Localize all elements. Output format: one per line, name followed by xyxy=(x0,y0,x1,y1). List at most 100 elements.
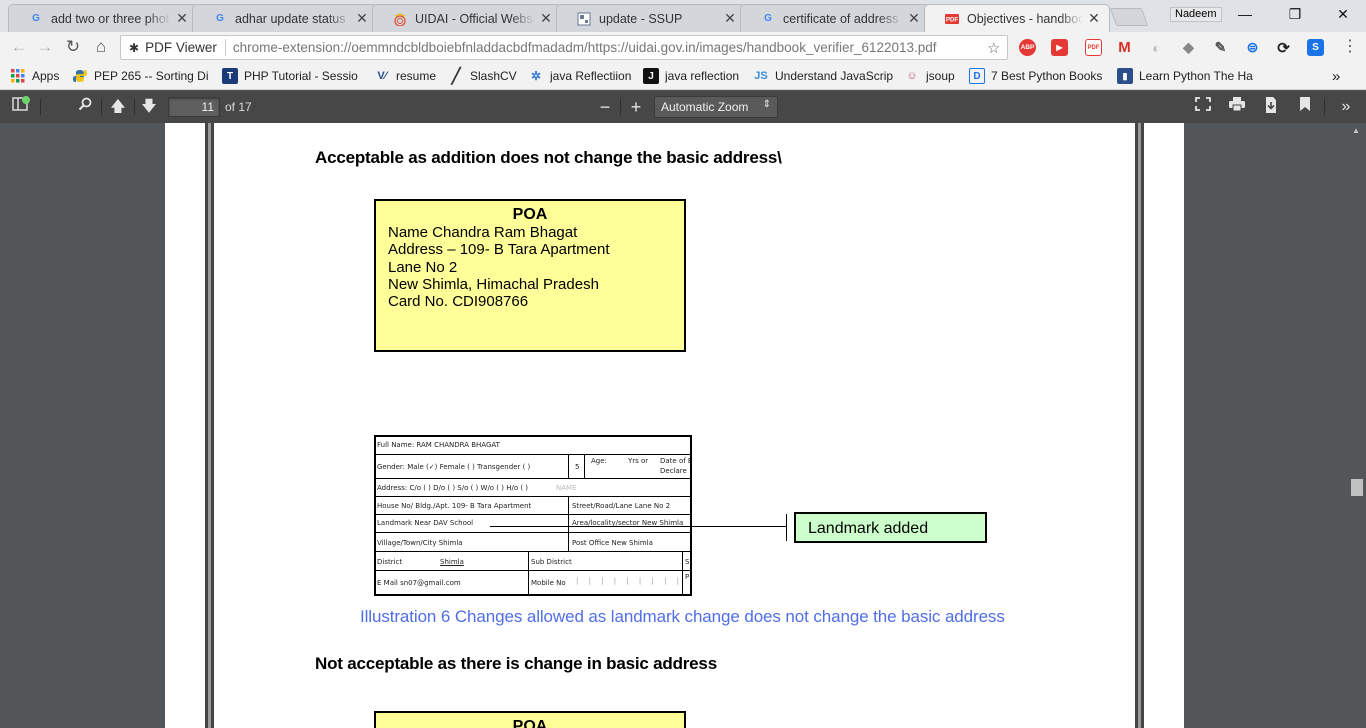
new-tab-button[interactable] xyxy=(1109,8,1149,26)
tab-3[interactable]: UIDAI - Official Website ✕ xyxy=(372,4,562,32)
s-extension-icon[interactable]: S xyxy=(1307,39,1324,56)
bookmark-java-reflection[interactable]: J java reflection xyxy=(643,67,739,85)
home-icon[interactable]: ⌂ xyxy=(90,36,112,58)
refresh-extension-icon[interactable]: ⟳ xyxy=(1275,39,1292,57)
url-text[interactable]: chrome-extension://oemmndcbldboiebfnladd… xyxy=(226,40,987,55)
print-icon[interactable] xyxy=(1226,97,1248,117)
resume-icon: V⁄ xyxy=(377,70,387,82)
close-icon[interactable]: ✕ xyxy=(1087,10,1101,27)
google-icon: G xyxy=(216,13,224,24)
form-district-value: Shimla xyxy=(440,558,464,566)
form-house: House No/ Bldg./Apt. 109- B Tara Apartme… xyxy=(377,502,532,510)
tab-title: add two or three photo xyxy=(51,11,171,26)
bookmark-label: Understand JavaScrip xyxy=(775,69,893,83)
profile-button[interactable]: Nadeem xyxy=(1170,7,1222,22)
zoom-out-icon[interactable]: − xyxy=(594,97,616,117)
close-icon[interactable]: ✕ xyxy=(723,10,737,27)
tab-title: Objectives - handbook xyxy=(967,11,1083,26)
poa-box-2: POA xyxy=(374,711,686,728)
page-border-right xyxy=(1135,123,1144,728)
form-mobile-boxes: | | | | | | | | | | xyxy=(576,577,692,585)
next-page-icon[interactable]: 🡇 xyxy=(138,97,160,117)
bookmark-jsoup[interactable]: ☺ jsoup xyxy=(904,67,954,85)
more-bookmarks-icon[interactable]: » xyxy=(1332,67,1340,85)
form-email: E Mail sn07@gmail.com xyxy=(377,579,461,587)
bookmark-label: 7 Best Python Books xyxy=(991,69,1103,83)
chrome-menu-icon[interactable]: ⋮ xyxy=(1342,39,1358,57)
form-post: Post Office New Shimla xyxy=(572,539,653,547)
pdf-extension-icon[interactable]: PDF xyxy=(1085,39,1102,56)
download-icon[interactable] xyxy=(1260,97,1282,117)
bookmark-icon[interactable] xyxy=(1294,97,1316,117)
form-row: E Mail sn07@gmail.com Mobile No | | | | … xyxy=(376,571,692,594)
scroll-up-icon[interactable]: ▲ xyxy=(1352,126,1360,135)
bookmark-php-tutorial[interactable]: T PHP Tutorial - Sessio xyxy=(222,67,362,85)
close-window-icon[interactable]: ✕ xyxy=(1320,4,1366,26)
zoom-in-icon[interactable]: + xyxy=(625,97,647,117)
page-icon xyxy=(577,12,591,26)
scrollbar-thumb[interactable] xyxy=(1351,479,1363,496)
address-bar[interactable]: ✱ PDF Viewer chrome-extension://oemmndcb… xyxy=(120,35,1008,60)
form-address: Address: C/o ( ) D/o ( ) S/o ( ) W/o ( )… xyxy=(377,484,529,492)
sync-icon[interactable]: ⊜ xyxy=(1244,39,1261,56)
close-icon[interactable]: ✕ xyxy=(175,10,189,27)
bookmark-java-reflectiion[interactable]: ✲ java Reflectiion xyxy=(528,67,631,85)
bookmark-label: SlashCV xyxy=(470,69,517,83)
vertical-scrollbar[interactable] xyxy=(1348,123,1366,728)
toolbar-divider xyxy=(101,99,102,115)
bookmark-python-books[interactable]: D 7 Best Python Books xyxy=(969,67,1102,85)
site-info-chip[interactable]: ✱ PDF Viewer xyxy=(121,39,226,56)
form-divider xyxy=(682,552,683,571)
search-icon[interactable] xyxy=(74,97,96,117)
previous-page-icon[interactable]: 🡅 xyxy=(107,97,129,117)
restore-icon[interactable]: ❐ xyxy=(1272,4,1318,26)
adblock-icon[interactable]: ABP xyxy=(1019,39,1036,56)
form-gender: Gender: Male (✓) Female ( ) Transgender … xyxy=(377,463,531,471)
toolbar-divider xyxy=(620,99,621,115)
section-heading: Not acceptable as there is change in bas… xyxy=(315,654,717,673)
apps-grid-icon xyxy=(10,68,26,84)
page-total: of 17 xyxy=(225,100,252,114)
zoom-select[interactable]: Automatic Zoom ⇕ xyxy=(654,96,778,118)
form-row: Village/Town/City Shimla Post Office New… xyxy=(376,533,690,552)
tab-4[interactable]: update - SSUP ✕ xyxy=(556,4,746,32)
media-extension-icon[interactable]: ▶ xyxy=(1051,39,1068,56)
form-divider xyxy=(682,571,683,594)
uidai-icon xyxy=(393,12,407,26)
bookmark-learn-python[interactable]: ▮ Learn Python The Ha xyxy=(1117,67,1257,85)
bookmark-slashcv[interactable]: ╱ SlashCV xyxy=(448,67,517,85)
page-number-input[interactable]: 11 xyxy=(168,97,220,117)
form-row: Address: C/o ( ) D/o ( ) S/o ( ) W/o ( )… xyxy=(376,479,690,497)
close-icon[interactable]: ✕ xyxy=(907,10,921,27)
tab-2[interactable]: G adhar update status - G ✕ xyxy=(192,4,378,32)
tab-5[interactable]: G certificate of address is ✕ xyxy=(740,4,930,32)
forward-icon[interactable]: → xyxy=(34,36,56,58)
close-icon[interactable]: ✕ xyxy=(355,10,369,27)
page-border-left xyxy=(205,123,214,728)
minimize-icon[interactable]: — xyxy=(1222,4,1268,26)
reload-icon[interactable]: ↻ xyxy=(62,36,84,58)
tab-6-active[interactable]: PDF Objectives - handbook ✕ xyxy=(924,4,1110,32)
bookmark-resume[interactable]: V⁄ resume xyxy=(374,67,436,85)
bookmark-understand-js[interactable]: JS Understand JavaScrip xyxy=(753,67,893,85)
tab-1[interactable]: G add two or three photo ✕ xyxy=(8,4,198,32)
gmail-icon[interactable]: M xyxy=(1116,39,1133,56)
cube-icon[interactable]: ◆ xyxy=(1180,39,1197,56)
eyedropper-icon[interactable]: ✎ xyxy=(1212,39,1229,56)
js-icon: JS xyxy=(754,70,768,82)
presentation-mode-icon[interactable] xyxy=(1192,97,1214,117)
bookmark-star-icon[interactable]: ☆ xyxy=(987,39,1007,57)
bookmark-label: PHP Tutorial - Sessio xyxy=(244,69,358,83)
extension-grey-icon[interactable]: ◐ xyxy=(1148,39,1165,56)
tools-menu-icon[interactable]: » xyxy=(1335,97,1357,117)
book-icon: ▮ xyxy=(1117,68,1133,84)
back-icon[interactable]: ← xyxy=(8,36,30,58)
bookmark-pep265[interactable]: PEP 265 -- Sorting Di xyxy=(72,67,210,85)
tab-title: UIDAI - Official Website xyxy=(415,11,535,26)
bookmark-apps[interactable]: Apps xyxy=(10,67,59,85)
close-icon[interactable]: ✕ xyxy=(539,10,553,27)
form-divider xyxy=(568,533,569,552)
form-divider xyxy=(528,571,529,594)
form-divider xyxy=(528,552,529,571)
tab-title: certificate of address is xyxy=(783,11,903,26)
